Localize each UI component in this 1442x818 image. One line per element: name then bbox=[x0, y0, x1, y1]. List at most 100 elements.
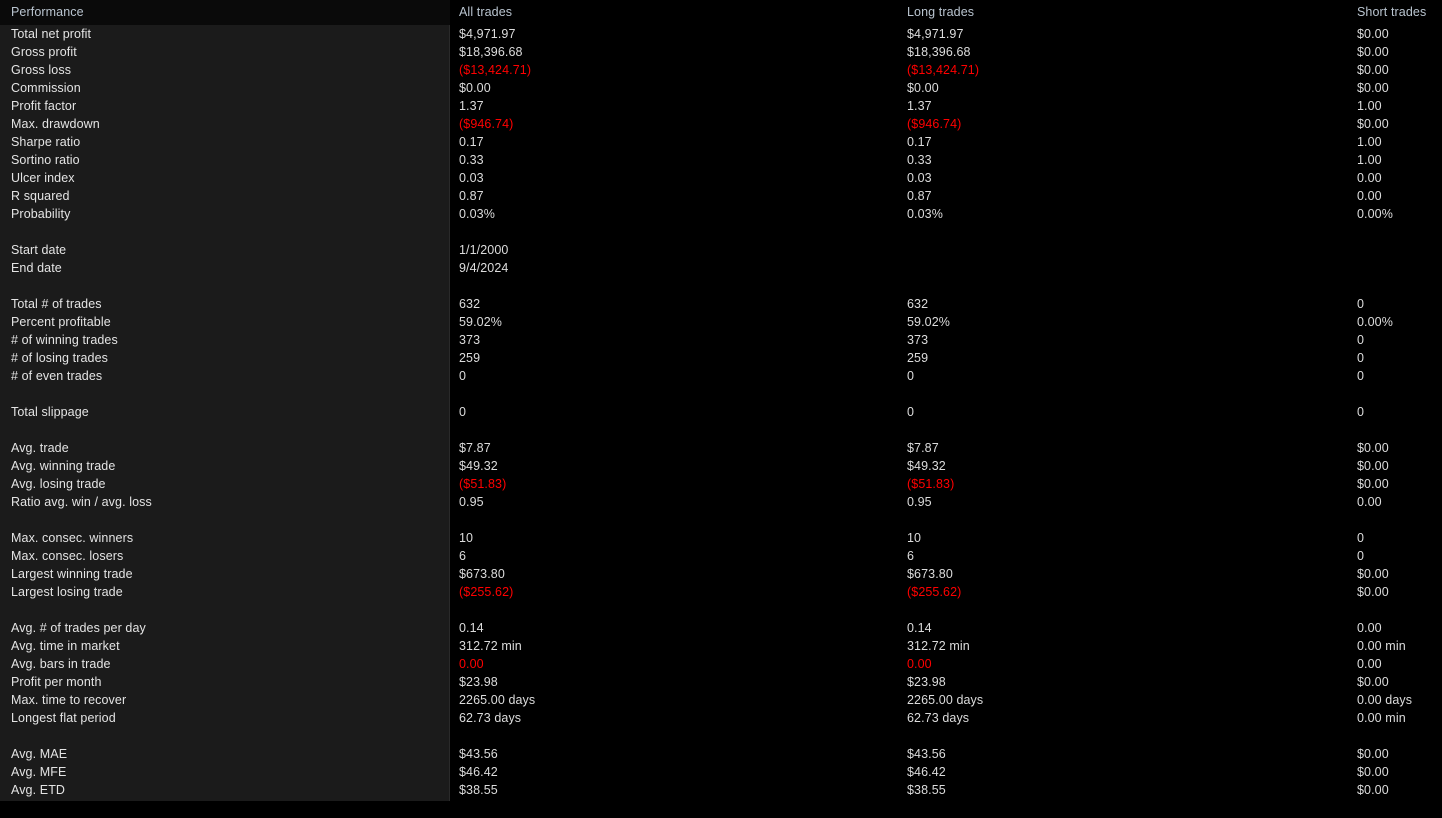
table-row[interactable]: # of losing trades 259 259 0 bbox=[0, 349, 1442, 367]
table-row[interactable]: Max. drawdown ($946.74) ($946.74) $0.00 bbox=[0, 115, 1442, 133]
metric-value-short: 0 bbox=[1357, 333, 1365, 347]
metric-label: Gross loss bbox=[11, 63, 72, 77]
table-row[interactable]: Longest flat period 62.73 days 62.73 days 0… bbox=[0, 709, 1442, 727]
metric-value-short: 0 bbox=[1357, 297, 1365, 311]
table-row[interactable]: Avg. trade $7.87 $7.87 $0.00 bbox=[0, 439, 1442, 457]
metric-value-long: $23.98 bbox=[907, 675, 946, 689]
metric-label: Avg. trade bbox=[11, 441, 69, 455]
table-row[interactable]: # of even trades 0 0 0 bbox=[0, 367, 1442, 385]
metric-value-short: 1.00 bbox=[1357, 135, 1382, 149]
metric-value-all: 2265.00 days bbox=[459, 693, 536, 707]
table-row[interactable]: Percent profitable 59.02% 59.02% 0.00% bbox=[0, 313, 1442, 331]
metric-value-long: 6 bbox=[907, 549, 915, 563]
metric-value-all: ($946.74) bbox=[459, 117, 514, 131]
metric-value-short: $0.00 bbox=[1357, 747, 1389, 761]
table-row[interactable]: # of winning trades 373 373 0 bbox=[0, 331, 1442, 349]
table-row[interactable]: Largest winning trade $673.80 $673.80 $0.00 bbox=[0, 565, 1442, 583]
metric-value-all: $38.55 bbox=[459, 783, 498, 797]
metric-value-all: 0.95 bbox=[459, 495, 484, 509]
metric-value-long: 0.03% bbox=[907, 207, 943, 221]
metric-label: Profit per month bbox=[11, 675, 102, 689]
metric-label: Percent profitable bbox=[11, 315, 111, 329]
table-row[interactable]: Ratio avg. win / avg. loss 0.95 0.95 0.00 bbox=[0, 493, 1442, 511]
metric-value-all: 1/1/2000 bbox=[459, 243, 509, 257]
metric-label: Total slippage bbox=[11, 405, 89, 419]
table-row[interactable]: Avg. time in market 312.72 min 312.72 min 0… bbox=[0, 637, 1442, 655]
metric-value-short: $0.00 bbox=[1357, 441, 1389, 455]
table-row[interactable]: End date 9/4/2024 bbox=[0, 259, 1442, 277]
metric-value-short: 1.00 bbox=[1357, 99, 1382, 113]
metric-value-short: $0.00 bbox=[1357, 477, 1389, 491]
table-row[interactable]: Total slippage 0 0 0 bbox=[0, 403, 1442, 421]
metric-value-all: $7.87 bbox=[459, 441, 491, 455]
metric-value-long: 0.00 bbox=[907, 657, 932, 671]
metric-label: Avg. bars in trade bbox=[11, 657, 111, 671]
metric-value-long: $0.00 bbox=[907, 81, 939, 95]
table-row[interactable]: Max. time to recover 2265.00 days 2265.00 … bbox=[0, 691, 1442, 709]
metric-value-all: 373 bbox=[459, 333, 481, 347]
table-row[interactable]: Commission $0.00 $0.00 $0.00 bbox=[0, 79, 1442, 97]
metric-value-long: $7.87 bbox=[907, 441, 939, 455]
table-row[interactable]: Gross loss ($13,424.71) ($13,424.71) $0.00 bbox=[0, 61, 1442, 79]
metric-value-short: $0.00 bbox=[1357, 459, 1389, 473]
column-header-all-trades[interactable]: All trades bbox=[459, 0, 512, 24]
metric-label: Largest winning trade bbox=[11, 567, 133, 581]
metric-value-long: $49.32 bbox=[907, 459, 946, 473]
table-row[interactable]: Sharpe ratio 0.17 0.17 1.00 bbox=[0, 133, 1442, 151]
metric-label: Commission bbox=[11, 81, 81, 95]
table-row[interactable]: Largest losing trade ($255.62) ($255.62) $0… bbox=[0, 583, 1442, 601]
metric-value-short: 0.00 bbox=[1357, 171, 1382, 185]
table-row[interactable]: Avg. # of trades per day 0.14 0.14 0.00 bbox=[0, 619, 1442, 637]
metric-value-long: 0 bbox=[907, 405, 915, 419]
column-header-performance[interactable]: Performance bbox=[11, 0, 84, 24]
metric-label: Avg. winning trade bbox=[11, 459, 116, 473]
column-header-long-trades[interactable]: Long trades bbox=[907, 0, 974, 24]
metric-value-short: $0.00 bbox=[1357, 45, 1389, 59]
metric-value-long: 1.37 bbox=[907, 99, 932, 113]
metric-label: Profit factor bbox=[11, 99, 77, 113]
metric-value-long: $43.56 bbox=[907, 747, 946, 761]
table-row[interactable]: Avg. winning trade $49.32 $49.32 $0.00 bbox=[0, 457, 1442, 475]
table-row[interactable]: Total net profit $4,971.97 $4,971.97 $0.00 bbox=[0, 25, 1442, 43]
metric-value-all: 0.00 bbox=[459, 657, 484, 671]
metric-value-long: 0.17 bbox=[907, 135, 932, 149]
metric-value-long: ($13,424.71) bbox=[907, 63, 980, 77]
metric-value-long: 312.72 min bbox=[907, 639, 970, 653]
table-row[interactable]: Avg. bars in trade 0.00 0.00 0.00 bbox=[0, 655, 1442, 673]
metric-label: Max. consec. winners bbox=[11, 531, 134, 545]
metric-label: Probability bbox=[11, 207, 71, 221]
table-row[interactable]: Probability 0.03% 0.03% 0.00% bbox=[0, 205, 1442, 223]
table-row[interactable]: R squared 0.87 0.87 0.00 bbox=[0, 187, 1442, 205]
metric-value-all: 1.37 bbox=[459, 99, 484, 113]
table-row[interactable]: Max. consec. winners 10 10 0 bbox=[0, 529, 1442, 547]
column-header-short-trades[interactable]: Short trades bbox=[1357, 0, 1426, 24]
metric-label: Ratio avg. win / avg. loss bbox=[11, 495, 152, 509]
table-row[interactable]: Avg. MFE $46.42 $46.42 $0.00 bbox=[0, 763, 1442, 781]
table-row[interactable]: Sortino ratio 0.33 0.33 1.00 bbox=[0, 151, 1442, 169]
table-header-row: Performance All trades Long trades Short… bbox=[0, 0, 1442, 25]
table-row[interactable]: Start date 1/1/2000 bbox=[0, 241, 1442, 259]
table-row[interactable]: Max. consec. losers 6 6 0 bbox=[0, 547, 1442, 565]
metric-value-all: ($51.83) bbox=[459, 477, 507, 491]
table-row[interactable]: Avg. ETD $38.55 $38.55 $0.00 bbox=[0, 781, 1442, 799]
metric-value-all: $46.42 bbox=[459, 765, 498, 779]
metric-value-long: $4,971.97 bbox=[907, 27, 964, 41]
metric-label: # of winning trades bbox=[11, 333, 118, 347]
metric-value-short: 0.00 bbox=[1357, 657, 1382, 671]
table-row[interactable]: Profit per month $23.98 $23.98 $0.00 bbox=[0, 673, 1442, 691]
table-row[interactable]: Profit factor 1.37 1.37 1.00 bbox=[0, 97, 1442, 115]
metric-value-short: 0 bbox=[1357, 549, 1365, 563]
metric-value-all: 0.03 bbox=[459, 171, 484, 185]
metric-label: Longest flat period bbox=[11, 711, 116, 725]
table-row[interactable]: Avg. MAE $43.56 $43.56 $0.00 bbox=[0, 745, 1442, 763]
metric-label: Avg. losing trade bbox=[11, 477, 106, 491]
table-row[interactable]: Gross profit $18,396.68 $18,396.68 $0.00 bbox=[0, 43, 1442, 61]
metric-value-all: 9/4/2024 bbox=[459, 261, 509, 275]
metric-value-long: 373 bbox=[907, 333, 929, 347]
table-row[interactable]: Avg. losing trade ($51.83) ($51.83) $0.00 bbox=[0, 475, 1442, 493]
table-row[interactable]: Ulcer index 0.03 0.03 0.00 bbox=[0, 169, 1442, 187]
metric-value-short: 0.00 days bbox=[1357, 693, 1413, 707]
table-row[interactable]: Total # of trades 632 632 0 bbox=[0, 295, 1442, 313]
